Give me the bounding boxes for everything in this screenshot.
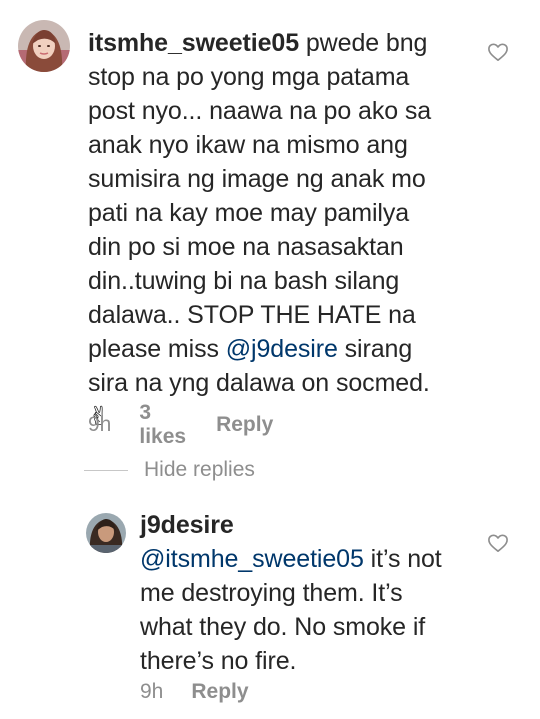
reply-meta: 9h Reply [140, 680, 249, 704]
reply-line: me destroying them. It’s [140, 579, 403, 607]
comment-body: itsmhe_sweetie05 pwede bng stop na po yo… [88, 26, 508, 434]
reply-username[interactable]: j9desire [140, 511, 234, 539]
reply-text-segment: it’s not [363, 545, 442, 573]
commenter-avatar[interactable] [18, 20, 70, 72]
comment-line: post nyo... naawa na po ako sa [88, 97, 432, 125]
reply-avatar[interactable] [86, 513, 126, 553]
commenter-username[interactable]: itsmhe_sweetie05 [88, 29, 299, 57]
hide-replies-divider [84, 469, 128, 471]
comment-line: sumisira ng image ng anak mo [88, 165, 426, 193]
comment-text-segment: sirang [337, 335, 413, 363]
comment-text-segment: please miss [88, 335, 226, 363]
comment-time: 9h [88, 413, 112, 436]
comment-text-segment: pwede bng [299, 29, 428, 57]
reply-line: there’s no fire. [140, 647, 297, 675]
mention-link[interactable]: @itsmhe_sweetie05 [140, 545, 364, 573]
user-avatar-image [18, 20, 70, 72]
comment-line: itsmhe_sweetie05 pwede bng [88, 26, 508, 60]
user-avatar-image [86, 513, 126, 553]
comment-line: dalawa.. STOP THE HATE na [88, 301, 416, 329]
reply-button[interactable]: Reply [216, 413, 273, 437]
comment-line: pati na kay moe may pamilya [88, 199, 410, 227]
comment-meta: 9h 3 likes Reply [88, 401, 273, 449]
reply-line: @itsmhe_sweetie05 it’s not [140, 542, 480, 576]
heart-outline-icon[interactable] [487, 533, 509, 553]
heart-outline-icon[interactable] [487, 42, 509, 62]
reply-body: j9desire @itsmhe_sweetie05 it’s not me d… [140, 508, 480, 678]
comment-line: sira na yng dalawa on socmed. [88, 369, 430, 397]
hide-replies-toggle[interactable]: Hide replies [84, 458, 255, 482]
comment-line: stop na po yong mga patama [88, 63, 410, 91]
reply-username-line: j9desire [140, 508, 480, 542]
comment-line: please miss @j9desire sirang [88, 332, 508, 366]
comment-line: din..tuwing bi na bash silang [88, 267, 400, 295]
likes-count[interactable]: 3 likes [139, 401, 186, 449]
comment-line: anak nyo ikaw na mismo ang [88, 131, 408, 159]
comment-line: din po si moe na nasasaktan [88, 233, 404, 261]
reply-button[interactable]: Reply [191, 680, 248, 704]
reply-time: 9h [140, 680, 164, 703]
hide-replies-label: Hide replies [144, 458, 255, 481]
reply-line: what they do. No smoke if [140, 613, 426, 641]
mention-link[interactable]: @j9desire [226, 335, 338, 363]
